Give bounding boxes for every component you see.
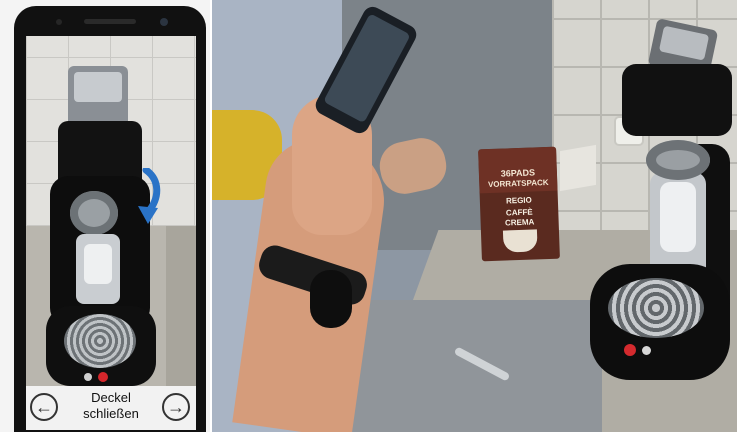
next-step-button[interactable]: → [162, 393, 190, 421]
machine-power-button [624, 344, 636, 356]
package-brand: REGIO [505, 195, 532, 206]
machine-drip-tray [608, 278, 704, 338]
machine-pad-holder [646, 140, 710, 180]
pad-coffee-machine [562, 18, 732, 380]
step-instruction: Deckel schließen [62, 390, 160, 422]
coffee-pad-package: 36PADS VORRATSPACK REGIO CAFFÈ CREMA [478, 146, 560, 262]
instruction-nav-bar: ← Deckel schließen → [26, 386, 196, 430]
arrow-right-circle-icon: → [167, 397, 185, 417]
phone-sensor [56, 19, 62, 25]
package-label2: CREMA [504, 217, 535, 228]
machine-power-button [98, 372, 108, 382]
machine-lid [68, 66, 128, 126]
package-label1: CAFFÈ [505, 207, 533, 218]
phone-speaker [84, 19, 136, 24]
arrow-left-circle-icon: ← [35, 397, 53, 417]
machine-spout [76, 234, 120, 304]
coffee-cup-icon [502, 229, 538, 253]
front-camera-icon [160, 18, 168, 26]
curved-arrow-down-icon [138, 168, 161, 224]
step-instruction-line1: Deckel [91, 390, 131, 405]
machine-head [622, 64, 732, 136]
kitchen-scene-photo: 36PADS VORRATSPACK REGIO CAFFÈ CREMA [212, 0, 737, 432]
step-instruction-line2: schließen [83, 406, 139, 421]
machine-button-small [642, 346, 651, 355]
machine-drip-tray [64, 314, 136, 368]
previous-step-button[interactable]: ← [30, 393, 58, 421]
smartwatch-icon [310, 270, 352, 328]
machine-pad-holder [70, 191, 118, 235]
phone-screen [26, 36, 196, 430]
machine-button-small [84, 373, 92, 381]
